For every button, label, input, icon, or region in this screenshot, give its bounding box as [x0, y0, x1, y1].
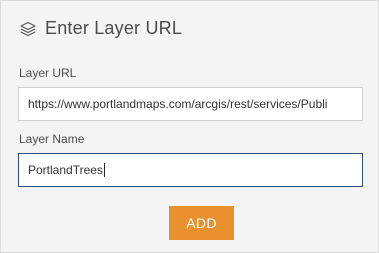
- panel-header: Enter Layer URL: [19, 18, 182, 39]
- layer-url-value: https://www.portlandmaps.com/arcgis/rest…: [28, 97, 328, 111]
- panel-title: Enter Layer URL: [45, 18, 183, 38]
- layers-icon: [19, 20, 37, 38]
- add-button[interactable]: ADD: [169, 206, 234, 240]
- layer-url-input[interactable]: https://www.portlandmaps.com/arcgis/rest…: [18, 87, 363, 121]
- layer-name-label: Layer Name: [19, 132, 85, 146]
- enter-layer-url-panel: Enter Layer URL Layer URL https://www.po…: [0, 0, 379, 253]
- layer-name-input[interactable]: PortlandTrees: [18, 153, 363, 187]
- layer-name-value: PortlandTrees: [28, 163, 103, 177]
- text-caret: [103, 162, 105, 177]
- layer-url-label: Layer URL: [19, 66, 77, 80]
